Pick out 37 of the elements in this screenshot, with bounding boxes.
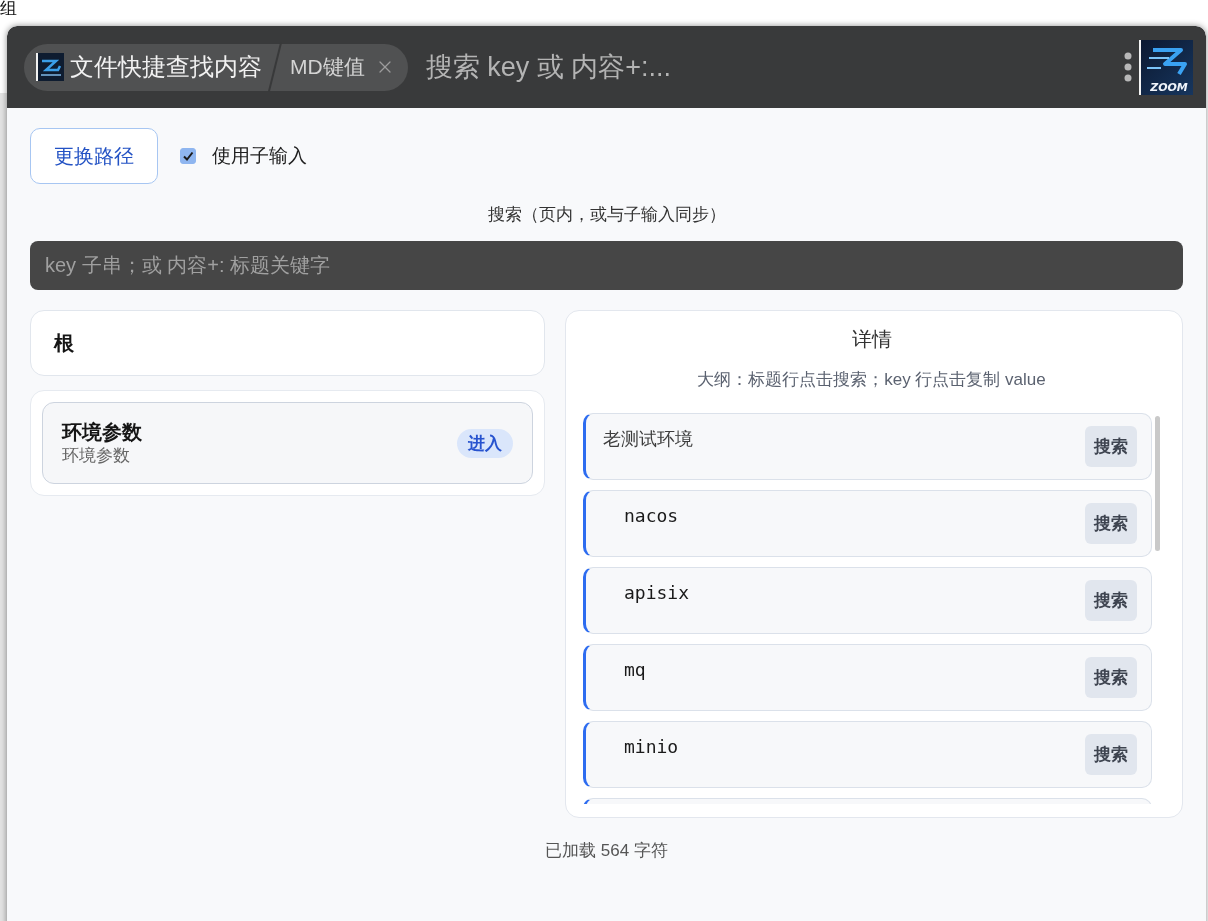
logo-text: ZOOM <box>1150 80 1188 94</box>
outline-key[interactable]: mq 搜索 <box>583 644 1152 711</box>
outline-label: 老测试环境 <box>603 428 693 451</box>
change-path-button[interactable]: 更换路径 <box>30 128 158 184</box>
search-button[interactable]: 搜索 <box>1085 734 1137 775</box>
search-field[interactable]: key 子串；或 内容+: 标题关键字 <box>30 241 1183 290</box>
tab[interactable]: MD键值 <box>290 53 365 81</box>
outline-label: minio <box>624 735 679 759</box>
logo-emblem-icon <box>1139 39 1193 95</box>
search-button[interactable]: 搜索 <box>1085 503 1137 544</box>
logo-icon <box>36 53 64 81</box>
enter-button[interactable]: 进入 <box>457 428 513 458</box>
outline-key[interactable]: apisix 搜索 <box>583 567 1152 634</box>
outline-label: mq <box>624 658 646 682</box>
checkbox[interactable] <box>180 148 196 164</box>
app-title: 文件快捷查找内容 <box>70 52 262 82</box>
outline-label: apisix <box>624 581 690 605</box>
detail-title: 详情 <box>850 327 893 351</box>
more-menu-icon[interactable] <box>1124 52 1132 82</box>
search-hint: 搜索（页内，或与子输入同步） <box>486 204 727 226</box>
detail-hint: 大纲：标题行点击搜索；key 行点击复制 value <box>696 369 1047 391</box>
ribbon-label: 组 <box>0 0 17 16</box>
scrollbar-thumb[interactable] <box>1155 416 1160 551</box>
node-subtitle: 环境参数 <box>62 445 131 467</box>
outline-heading[interactable]: 老测试环境 搜索 <box>583 413 1152 480</box>
outline-key[interactable]: nacos 搜索 <box>583 490 1152 557</box>
outline-label: nacos <box>624 504 679 528</box>
checkbox-label[interactable]: 使用子输入 <box>212 144 307 168</box>
breadcrumb-root[interactable]: 根 <box>30 310 545 376</box>
search-button[interactable]: 搜索 <box>1085 657 1137 698</box>
status-text: 已加载 564 字符 <box>544 840 669 862</box>
node-item[interactable]: 环境参数 环境参数 进入 <box>42 402 533 484</box>
node-title: 环境参数 <box>62 420 142 445</box>
outline-key[interactable]: minio 搜索 <box>583 721 1152 788</box>
search-button[interactable]: 搜索 <box>1085 580 1137 621</box>
search-prompt[interactable]: 搜索 key 或 内容+:... <box>425 50 671 84</box>
search-button[interactable]: 搜索 <box>1085 426 1137 467</box>
